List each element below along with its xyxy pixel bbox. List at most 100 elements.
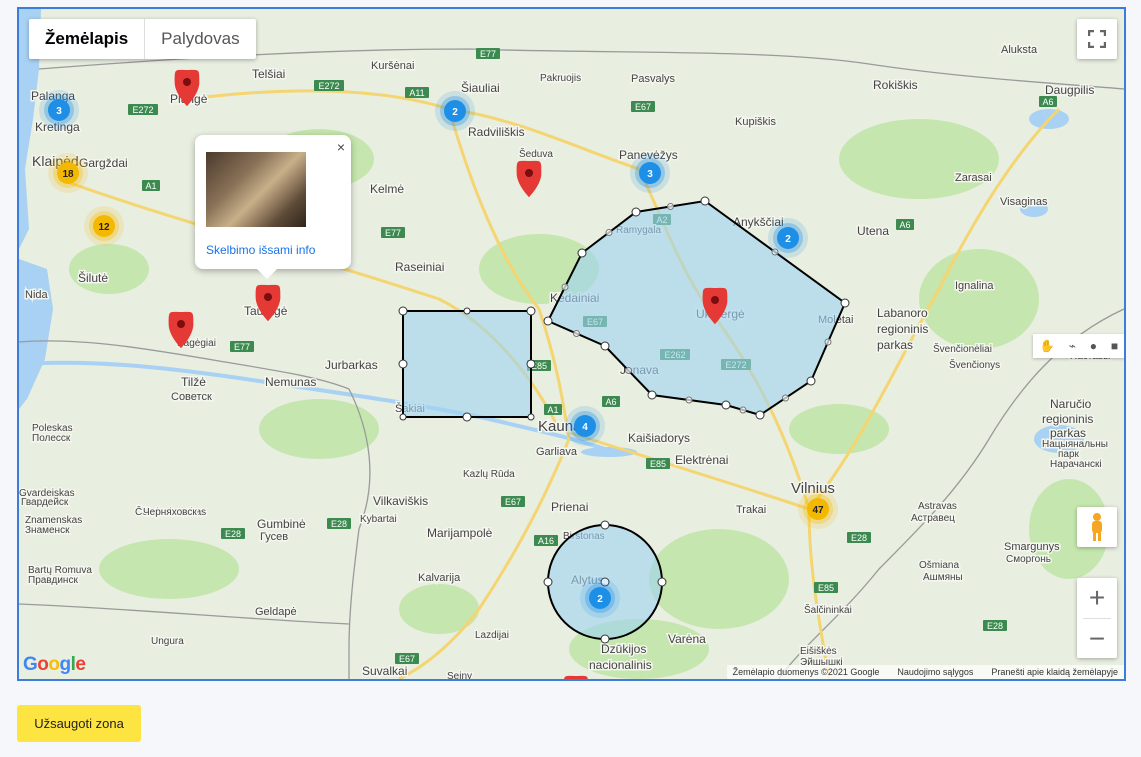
close-icon[interactable]: × — [337, 139, 345, 155]
road-badge: E67 — [395, 653, 419, 664]
place-label: Šilutė — [78, 270, 108, 285]
rectangle-handle[interactable] — [526, 359, 536, 369]
road-badge-label: A6 — [605, 397, 616, 407]
marker-cluster[interactable]: 2 — [580, 578, 620, 618]
polygon-vertex-handle[interactable] — [543, 316, 553, 326]
marker-cluster[interactable]: 4 — [565, 406, 605, 446]
place-label: Kelmė — [370, 182, 404, 196]
marker-cluster[interactable]: 3 — [630, 153, 670, 193]
marker-dot — [711, 296, 719, 304]
marker-cluster[interactable]: 47 — [798, 489, 838, 529]
circle-handle[interactable] — [600, 520, 610, 530]
rectangle-handle[interactable] — [399, 413, 407, 421]
place-label: regioninis — [1042, 412, 1093, 426]
place-label: Полесск — [32, 433, 71, 444]
rectangle-handle[interactable] — [462, 412, 472, 422]
polygon-vertex-handle[interactable] — [647, 390, 657, 400]
polygon-midpoint-handle[interactable] — [605, 229, 613, 236]
place-label: Labanoro — [877, 306, 928, 320]
polygon-vertex-handle[interactable] — [600, 341, 610, 351]
place-label: Ашмяны — [923, 572, 963, 583]
circle-handle[interactable] — [543, 577, 553, 587]
place-label: Šiauliai — [461, 80, 500, 95]
road-badge: E77 — [476, 48, 500, 59]
cluster-count: 4 — [582, 422, 588, 433]
rectangle-handle[interactable] — [527, 413, 535, 421]
cluster-count: 3 — [647, 169, 653, 180]
polygon-midpoint-handle[interactable] — [824, 338, 832, 346]
polygon-vertex-handle[interactable] — [755, 410, 765, 420]
place-label: Eišiškės — [800, 646, 837, 657]
place-label: Švenčionėliai — [933, 342, 992, 355]
map-type-control: Žemėlapis Palydovas — [29, 19, 256, 59]
map-canvas[interactable]: E77E272A11E272E67A6A1A2A6E77E67E262E272E… — [19, 9, 1124, 679]
street-view-button[interactable] — [1077, 507, 1117, 547]
polygon-vertex-handle[interactable] — [577, 248, 587, 258]
road-badge-label: E67 — [399, 654, 415, 664]
place-label: Elektrėnai — [675, 453, 728, 467]
zoom-in-button[interactable]: + — [1077, 578, 1117, 618]
zoom-out-button[interactable]: − — [1077, 619, 1117, 658]
rectangle-handle[interactable] — [463, 307, 471, 315]
place-label: Kaišiadorys — [628, 431, 690, 445]
terms-link[interactable]: Naudojimo sąlygos — [897, 665, 973, 679]
road-badge: E85 — [814, 582, 838, 593]
marker-cluster[interactable]: 3 — [39, 90, 79, 130]
place-label: Gumbinė — [257, 517, 306, 531]
circle-handle[interactable] — [600, 634, 610, 644]
polygon-midpoint-handle[interactable] — [573, 330, 580, 337]
place-label: Šeduva — [519, 147, 553, 160]
polygon-vertex-handle[interactable] — [700, 196, 710, 206]
road-badge-label: E77 — [480, 49, 496, 59]
marker-dot — [525, 169, 533, 177]
listing-photo[interactable] — [206, 152, 306, 227]
road-badge: A6 — [1039, 96, 1057, 107]
road-badge-label: A6 — [899, 220, 910, 230]
fullscreen-button[interactable] — [1077, 19, 1117, 59]
fullscreen-icon — [1088, 30, 1106, 48]
polygon-midpoint-handle[interactable] — [782, 394, 789, 402]
map-marker-icon[interactable] — [564, 675, 589, 679]
place-label: Varėna — [668, 632, 706, 646]
polygon-midpoint-handle[interactable] — [685, 396, 693, 404]
polygon-vertex-handle[interactable] — [840, 298, 850, 308]
listing-details-link[interactable]: Skelbimo išsami info — [206, 243, 315, 257]
rectangle-handle[interactable] — [398, 359, 408, 369]
hand-icon[interactable]: ✋ — [1040, 339, 1055, 353]
place-label: parkas — [1050, 426, 1086, 440]
polygon-midpoint-handle[interactable] — [625, 367, 632, 374]
circle-handle[interactable] — [657, 577, 667, 587]
polygon-midpoint-handle[interactable] — [667, 203, 674, 210]
road-badge: E67 — [501, 496, 525, 507]
report-error-link[interactable]: Pranešti apie klaidą žemėlapyje — [991, 665, 1118, 679]
road-badge-label: E67 — [635, 102, 651, 112]
marker-cluster[interactable]: 12 — [84, 206, 124, 246]
place-label: Kupiškis — [735, 116, 776, 128]
map-type-tab-map[interactable]: Žemėlapis — [29, 19, 146, 59]
zone-rectangle[interactable] — [402, 310, 532, 418]
drawing-toolbar: ✋ ⌁ ● ■ — [1033, 334, 1124, 358]
place-label: Ošmiana — [919, 560, 959, 571]
polygon-vertex-handle[interactable] — [631, 207, 641, 217]
rectangle-tool-icon[interactable]: ■ — [1111, 339, 1118, 353]
road-badge: A1 — [142, 180, 160, 191]
save-zone-button[interactable]: Užsaugoti zona — [17, 705, 141, 742]
place-label: Dzūkijos — [601, 642, 646, 656]
map-container[interactable]: E77E272A11E272E67A6A1A2A6E77E67E262E272E… — [17, 7, 1126, 681]
marker-cluster[interactable]: 2 — [768, 218, 808, 258]
rectangle-handle[interactable] — [398, 306, 408, 316]
polyline-icon[interactable]: ⌁ — [1069, 339, 1076, 353]
place-label: Сморгонь — [1006, 554, 1051, 565]
polygon-vertex-handle[interactable] — [806, 376, 816, 386]
polygon-midpoint-handle[interactable] — [739, 406, 747, 414]
road-badge: E77 — [381, 227, 405, 238]
road-badge: E85 — [646, 458, 670, 469]
marker-cluster[interactable]: 18 — [48, 153, 88, 193]
rectangle-handle[interactable] — [526, 306, 536, 316]
circle-tool-icon[interactable]: ● — [1090, 339, 1097, 353]
place-label: Daugpilis — [1045, 83, 1094, 97]
polygon-vertex-handle[interactable] — [721, 400, 731, 410]
map-type-tab-satellite[interactable]: Palydovas — [145, 19, 255, 59]
marker-cluster[interactable]: 2 — [435, 91, 475, 131]
polygon-midpoint-handle[interactable] — [561, 283, 569, 291]
